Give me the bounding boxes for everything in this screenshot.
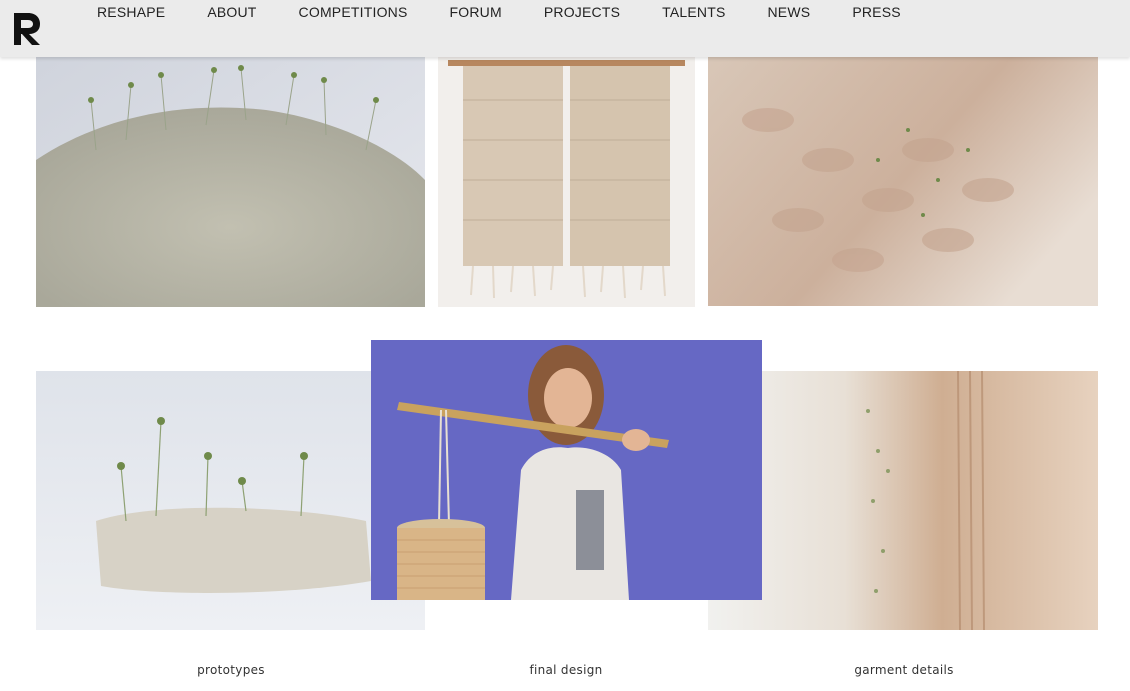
photo-woven-hanging[interactable] bbox=[438, 40, 695, 307]
nav-item-reshape[interactable]: RESHAPE bbox=[97, 4, 165, 20]
photo-sprouting-knit[interactable] bbox=[36, 40, 425, 307]
nav-item-competitions[interactable]: COMPETITIONS bbox=[299, 4, 408, 20]
nav-menu: RESHAPE ABOUT COMPETITIONS FORUM PROJECT… bbox=[97, 4, 943, 20]
photo-prototype-sprouts[interactable] bbox=[36, 371, 425, 630]
nav-item-talents[interactable]: TALENTS bbox=[662, 4, 725, 20]
caption-garment-details: garment details bbox=[854, 663, 954, 677]
nav-item-news[interactable]: NEWS bbox=[768, 4, 811, 20]
reshape-logo[interactable] bbox=[12, 11, 42, 47]
nav-item-forum[interactable]: FORUM bbox=[450, 4, 502, 20]
nav-item-about[interactable]: ABOUT bbox=[207, 4, 256, 20]
photo-weave-closeup[interactable] bbox=[708, 40, 1098, 306]
photo-garment-detail[interactable] bbox=[708, 371, 1098, 630]
photo-final-design-model[interactable] bbox=[371, 340, 762, 600]
top-navigation-bar: RESHAPE ABOUT COMPETITIONS FORUM PROJECT… bbox=[0, 0, 1130, 57]
caption-final-design: final design bbox=[529, 663, 603, 677]
nav-item-projects[interactable]: PROJECTS bbox=[544, 4, 620, 20]
nav-item-press[interactable]: PRESS bbox=[852, 4, 900, 20]
caption-prototypes: prototypes bbox=[197, 663, 265, 677]
